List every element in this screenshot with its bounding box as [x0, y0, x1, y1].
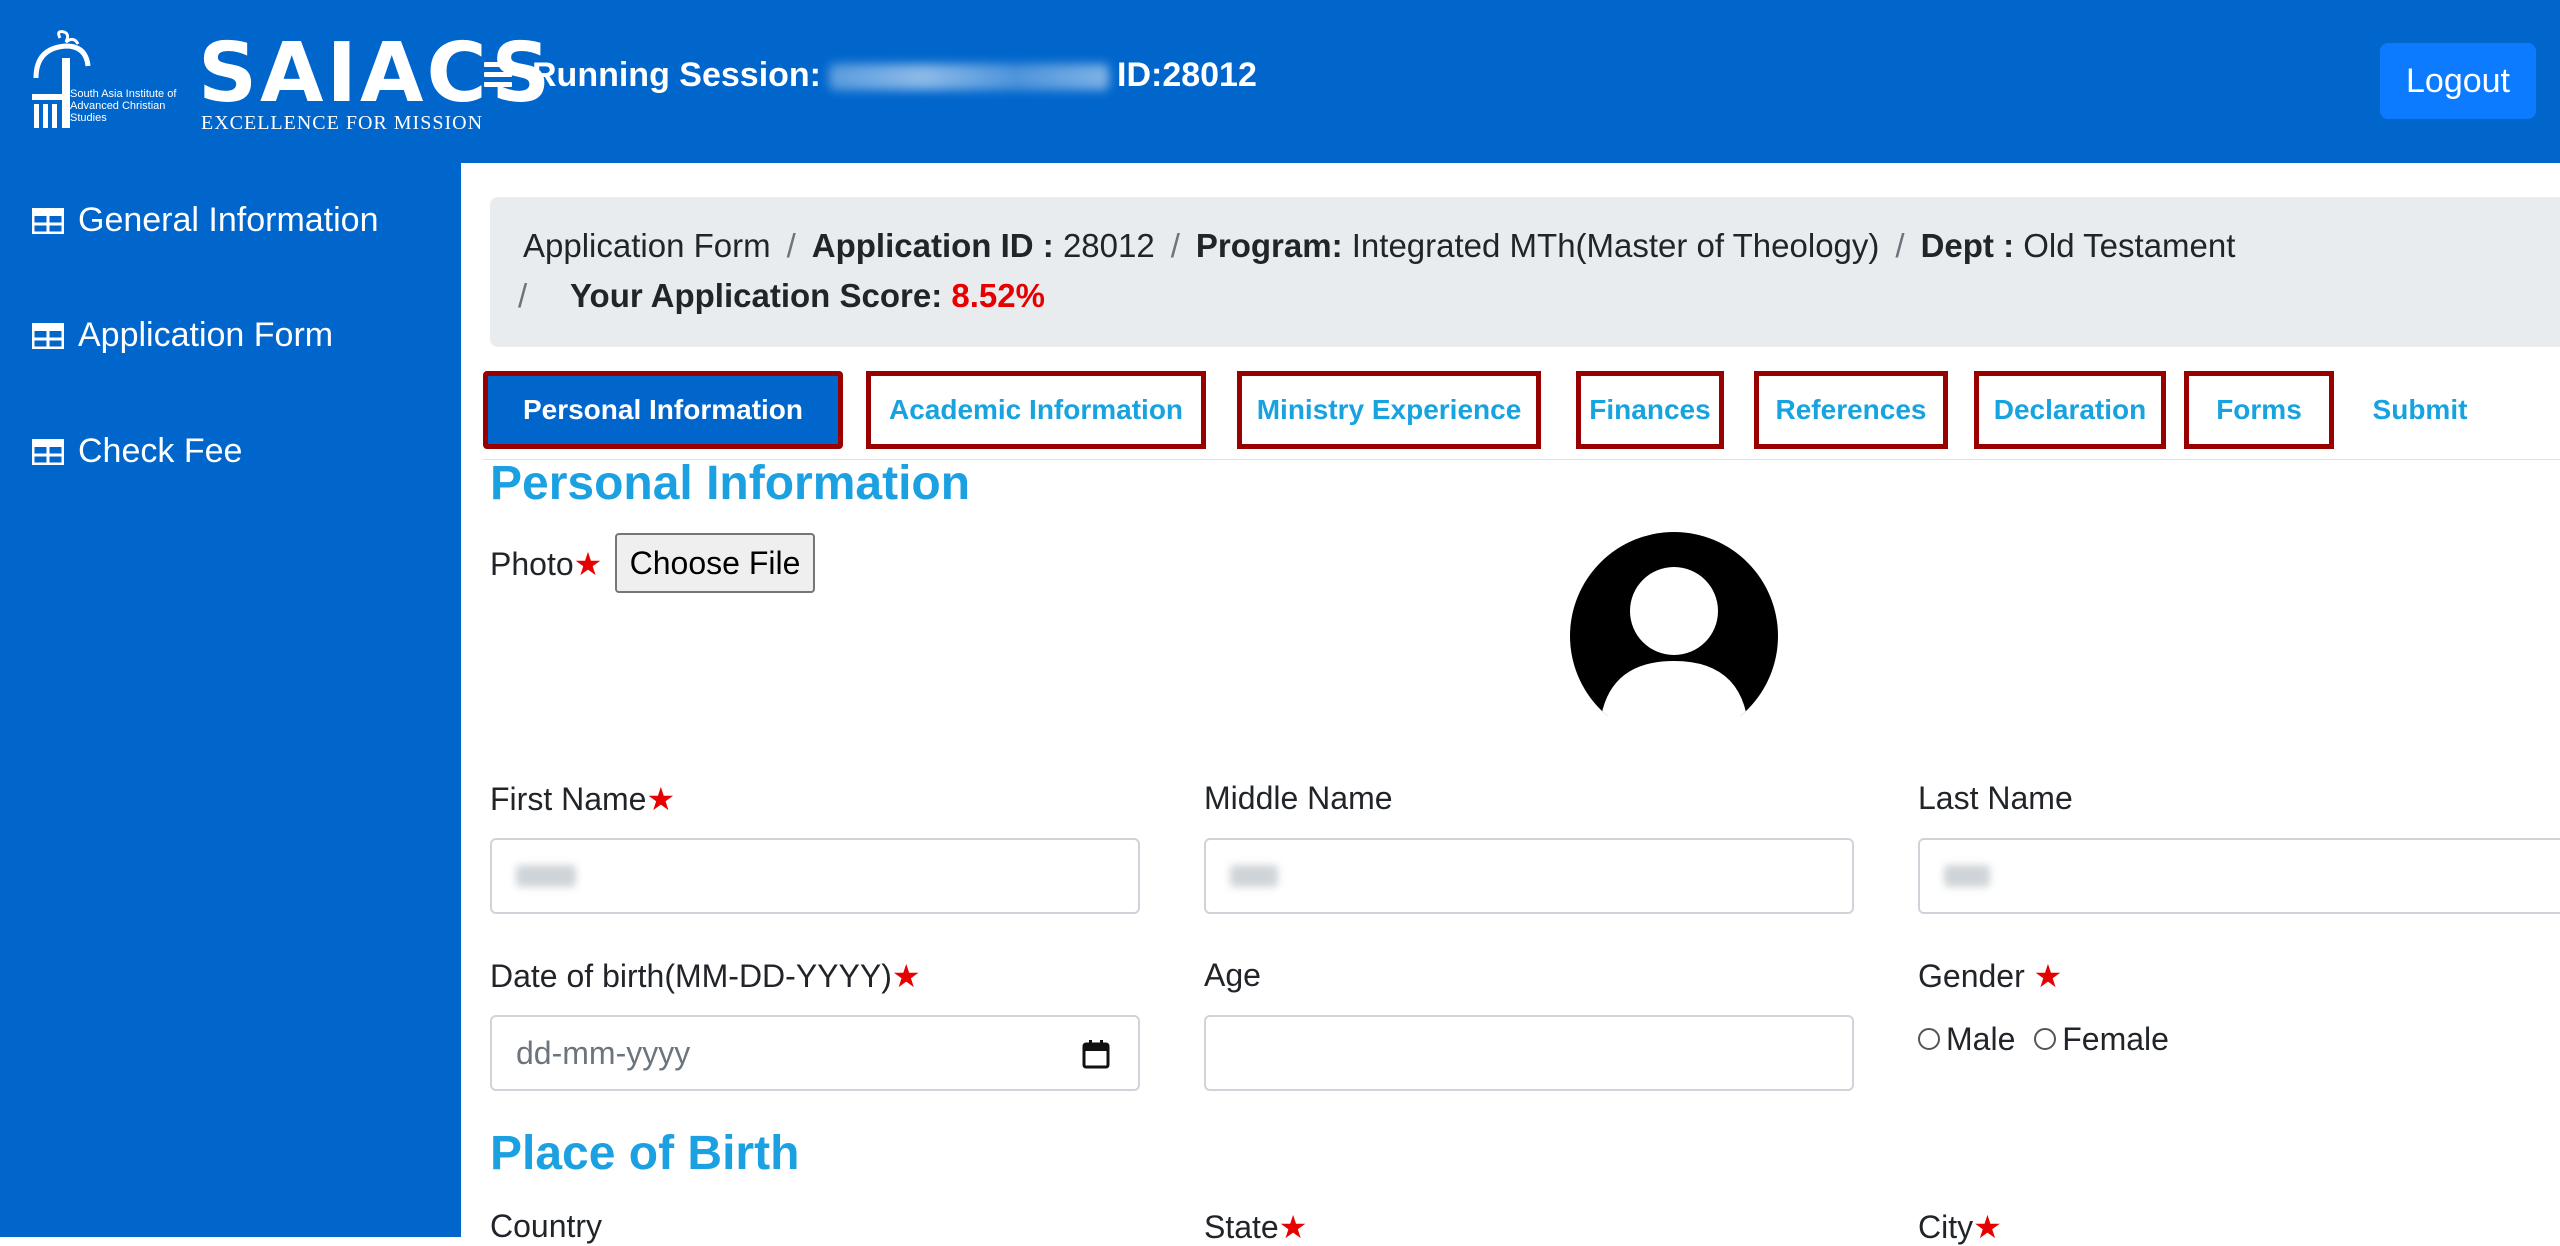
sidebar-item-label: General Information — [78, 201, 379, 239]
middle-name-input[interactable] — [1204, 838, 1854, 914]
gender-male-label: Male — [1946, 1021, 2016, 1057]
logo-tagline: EXCELLENCE FOR MISSION — [201, 112, 484, 134]
dob-label: Date of birth(MM-DD-YYYY)★ — [490, 958, 921, 994]
gender-male-radio[interactable] — [1918, 1027, 1940, 1050]
main-content: Application Form / Application ID : 28012 /… — [461, 163, 2560, 1245]
sidebar-item-check-fee[interactable]: Check Fee — [32, 432, 242, 471]
tab-references[interactable]: References — [1754, 371, 1948, 449]
last-name-input[interactable] — [1918, 838, 2560, 914]
tab-finances[interactable]: Finances — [1576, 371, 1724, 449]
required-mark: ★ — [646, 781, 676, 817]
score-label: Your Application Score: — [570, 277, 943, 314]
tab-ministry-experience[interactable]: Ministry Experience — [1237, 371, 1541, 449]
program-label: Program: — [1195, 227, 1343, 264]
sidebar: General Information Application Form Che… — [0, 163, 461, 1237]
middle-name-label: Middle Name — [1204, 780, 1393, 816]
breadcrumb: Application Form / Application ID : 28012 /… — [490, 197, 2560, 347]
breadcrumb-line-2: / Your Application Score: 8.52% — [518, 277, 1045, 315]
required-mark: ★ — [1973, 1209, 2002, 1245]
first-name-input[interactable] — [490, 838, 1140, 914]
photo-label: Photo★ — [490, 546, 603, 582]
session-id: ID:28012 — [1117, 56, 1257, 94]
dept-value: Old Testament — [2023, 227, 2236, 264]
dob-input[interactable]: dd-mm-yyyy — [490, 1015, 1140, 1091]
session-name-redacted — [829, 64, 1109, 91]
tab-personal-information[interactable]: Personal Information — [483, 371, 843, 449]
dob-placeholder: dd-mm-yyyy — [516, 1034, 691, 1071]
gender-female-label: Female — [2062, 1021, 2169, 1057]
tab-forms[interactable]: Forms — [2184, 371, 2334, 449]
table-icon — [32, 322, 64, 349]
logout-button[interactable]: Logout — [2380, 43, 2536, 119]
sidebar-item-label: Check Fee — [78, 432, 243, 470]
application-id-value: 28012 — [1062, 227, 1155, 264]
breadcrumb-application-form[interactable]: Application Form — [523, 227, 771, 264]
sidebar-item-general-information[interactable]: General Information — [32, 201, 379, 240]
tab-submit[interactable]: Submit — [2345, 371, 2495, 449]
table-icon — [32, 438, 64, 465]
gender-label: Gender ★ — [1918, 958, 2063, 994]
age-input[interactable] — [1204, 1015, 1854, 1091]
redacted-value — [1230, 865, 1278, 887]
required-mark: ★ — [573, 546, 603, 582]
sidebar-item-application-form[interactable]: Application Form — [32, 316, 333, 355]
logo-subtext: South Asia Institute of Advanced Christi… — [70, 88, 177, 124]
city-label: City★ — [1918, 1209, 2002, 1245]
sidebar-item-label: Application Form — [78, 316, 334, 354]
breadcrumb-separator: / — [518, 277, 528, 314]
breadcrumb-separator: / — [1895, 227, 1905, 264]
gender-radio-group: Male Female — [1918, 1021, 2169, 1058]
redacted-value — [516, 865, 576, 887]
running-session: Running Session: ID:28012 — [532, 56, 1257, 95]
tab-academic-information[interactable]: Academic Information — [866, 371, 1206, 449]
menu-toggle-icon[interactable] — [484, 62, 512, 88]
form-tabs: Personal Information Academic Informatio… — [483, 371, 2560, 460]
required-mark: ★ — [891, 958, 921, 994]
tab-declaration[interactable]: Declaration — [1974, 371, 2166, 449]
dept-label: Dept : — [1920, 227, 2015, 264]
required-mark: ★ — [1278, 1209, 1308, 1245]
gender-female-radio[interactable] — [2034, 1027, 2057, 1050]
table-icon — [32, 207, 64, 234]
state-label: State★ — [1204, 1209, 1308, 1245]
application-score: 8.52% — [951, 277, 1045, 314]
session-label: Running Session: — [532, 56, 821, 94]
breadcrumb-separator: / — [786, 227, 796, 264]
application-id-label: Application ID : — [811, 227, 1054, 264]
country-label: Country — [490, 1208, 603, 1244]
saiacs-logo[interactable]: South Asia Institute of Advanced Christi… — [26, 28, 550, 138]
age-label: Age — [1204, 957, 1261, 993]
top-navbar: South Asia Institute of Advanced Christi… — [0, 0, 2560, 163]
breadcrumb-separator: / — [1170, 227, 1180, 264]
redacted-value — [1944, 865, 1990, 887]
choose-file-button[interactable]: Choose File — [615, 533, 815, 593]
calendar-icon[interactable] — [1082, 1039, 1110, 1069]
breadcrumb-line-1: Application Form / Application ID : 28012 /… — [523, 227, 2235, 265]
section-title-place-of-birth: Place of Birth — [490, 1127, 800, 1180]
section-title-personal-information: Personal Information — [490, 457, 971, 510]
required-mark: ★ — [2033, 958, 2063, 994]
last-name-label: Last Name — [1918, 780, 2073, 816]
user-avatar-icon — [1569, 532, 1779, 741]
first-name-label: First Name★ — [490, 781, 676, 817]
program-value: Integrated MTh(Master of Theology) — [1351, 227, 1880, 264]
